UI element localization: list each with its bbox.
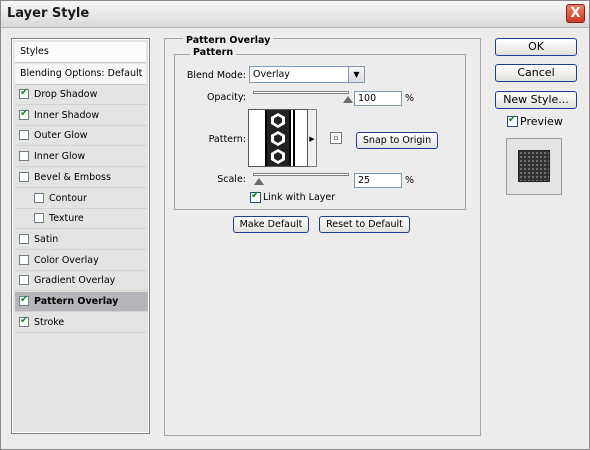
group-title: Pattern Overlay [183, 35, 274, 46]
link-with-layer-checkbox[interactable] [250, 190, 261, 203]
preview-texture-icon [519, 151, 549, 181]
style-item[interactable]: Color Overlay [15, 251, 148, 271]
dialog-title: Layer Style [7, 6, 90, 21]
make-default-button[interactable]: Make Default [233, 216, 309, 233]
scale-slider[interactable] [253, 173, 349, 176]
scale-input[interactable]: 25 [354, 173, 402, 188]
preview-thumbnail [518, 150, 550, 182]
ok-button[interactable]: OK [495, 38, 577, 56]
style-checkbox[interactable] [19, 151, 29, 162]
style-checkbox[interactable] [19, 294, 29, 306]
link-with-layer-label: Link with Layer [263, 192, 336, 203]
blend-mode-value: Overlay [253, 69, 290, 80]
new-preset-icon[interactable]: ▫ [330, 132, 342, 144]
pattern-swatch[interactable] [248, 109, 308, 167]
style-item[interactable]: Bevel & Emboss [15, 168, 148, 188]
blend-mode-label: Blend Mode: [186, 70, 246, 81]
style-item-label: Contour [49, 192, 87, 204]
preview-checkbox[interactable] [507, 114, 518, 127]
style-checkbox[interactable] [19, 275, 29, 286]
style-item-label: Pattern Overlay [34, 296, 119, 307]
styles-panel: Styles Blending Options: Default Drop Sh… [11, 38, 150, 434]
reset-to-default-button[interactable]: Reset to Default [319, 216, 410, 233]
style-checkbox[interactable] [34, 213, 44, 224]
style-item-label: Satin [34, 233, 59, 245]
new-style-button[interactable]: New Style... [495, 91, 577, 109]
style-item[interactable]: Contour [15, 189, 148, 209]
cancel-button[interactable]: Cancel [495, 64, 577, 82]
style-item-label: Drop Shadow [34, 89, 98, 100]
sub-group-title: Pattern [190, 47, 237, 58]
style-item[interactable]: Pattern Overlay [15, 292, 148, 312]
scale-unit: % [405, 175, 415, 186]
style-item[interactable]: Satin [15, 230, 148, 250]
styles-header[interactable]: Styles [15, 42, 146, 63]
blend-mode-select[interactable]: Overlay ▼ [249, 66, 365, 83]
style-item[interactable]: Stroke [15, 313, 148, 333]
layer-style-dialog: Layer Style X Styles Blending Options: D… [0, 0, 590, 450]
pattern-dropdown-arrow-icon[interactable]: ▶ [308, 109, 317, 167]
style-checkbox[interactable] [19, 233, 29, 244]
opacity-label: Opacity: [206, 92, 246, 103]
chevron-down-icon: ▼ [348, 67, 364, 82]
pattern-label: Pattern: [208, 134, 246, 145]
style-item-label: Inner Glow [34, 151, 86, 163]
style-item-label: Inner Shadow [34, 109, 100, 121]
preview-label: Preview [520, 115, 563, 128]
style-item[interactable]: Gradient Overlay [15, 271, 148, 292]
style-item[interactable]: Inner Shadow [15, 106, 148, 126]
style-checkbox[interactable] [19, 108, 29, 120]
style-checkbox[interactable] [34, 192, 44, 203]
style-item-label: Outer Glow [34, 130, 88, 142]
styles-list: Styles Blending Options: Default Drop Sh… [13, 40, 148, 432]
close-button[interactable]: X [566, 4, 585, 23]
opacity-unit: % [405, 93, 415, 104]
style-item-label: Color Overlay [34, 254, 99, 266]
style-checkbox[interactable] [19, 130, 29, 141]
title-bar: Layer Style X [1, 1, 589, 28]
snap-to-origin-button[interactable]: Snap to Origin [356, 132, 438, 149]
preview-swatch [506, 138, 562, 195]
style-item[interactable]: Texture [15, 209, 148, 230]
pattern-preview-icon [249, 110, 307, 166]
style-item[interactable]: Outer Glow [15, 126, 148, 147]
style-item-label: Texture [49, 213, 84, 225]
style-item-label: Gradient Overlay [34, 275, 116, 287]
scale-slider-thumb-icon[interactable] [253, 178, 264, 185]
close-icon: X [570, 6, 581, 21]
style-checkbox[interactable] [19, 87, 29, 99]
style-item-label: Stroke [34, 316, 65, 328]
style-checkbox[interactable] [19, 254, 29, 265]
opacity-slider-thumb-icon[interactable] [343, 96, 353, 103]
style-checkbox[interactable] [19, 315, 29, 327]
style-item-label: Bevel & Emboss [34, 171, 111, 183]
style-item[interactable]: Drop Shadow [15, 85, 148, 105]
blending-options-item[interactable]: Blending Options: Default [15, 64, 146, 85]
opacity-slider[interactable] [253, 91, 349, 94]
style-checkbox[interactable] [19, 171, 29, 182]
opacity-input[interactable]: 100 [354, 91, 402, 106]
style-item[interactable]: Inner Glow [15, 147, 148, 168]
scale-label: Scale: [217, 174, 246, 185]
